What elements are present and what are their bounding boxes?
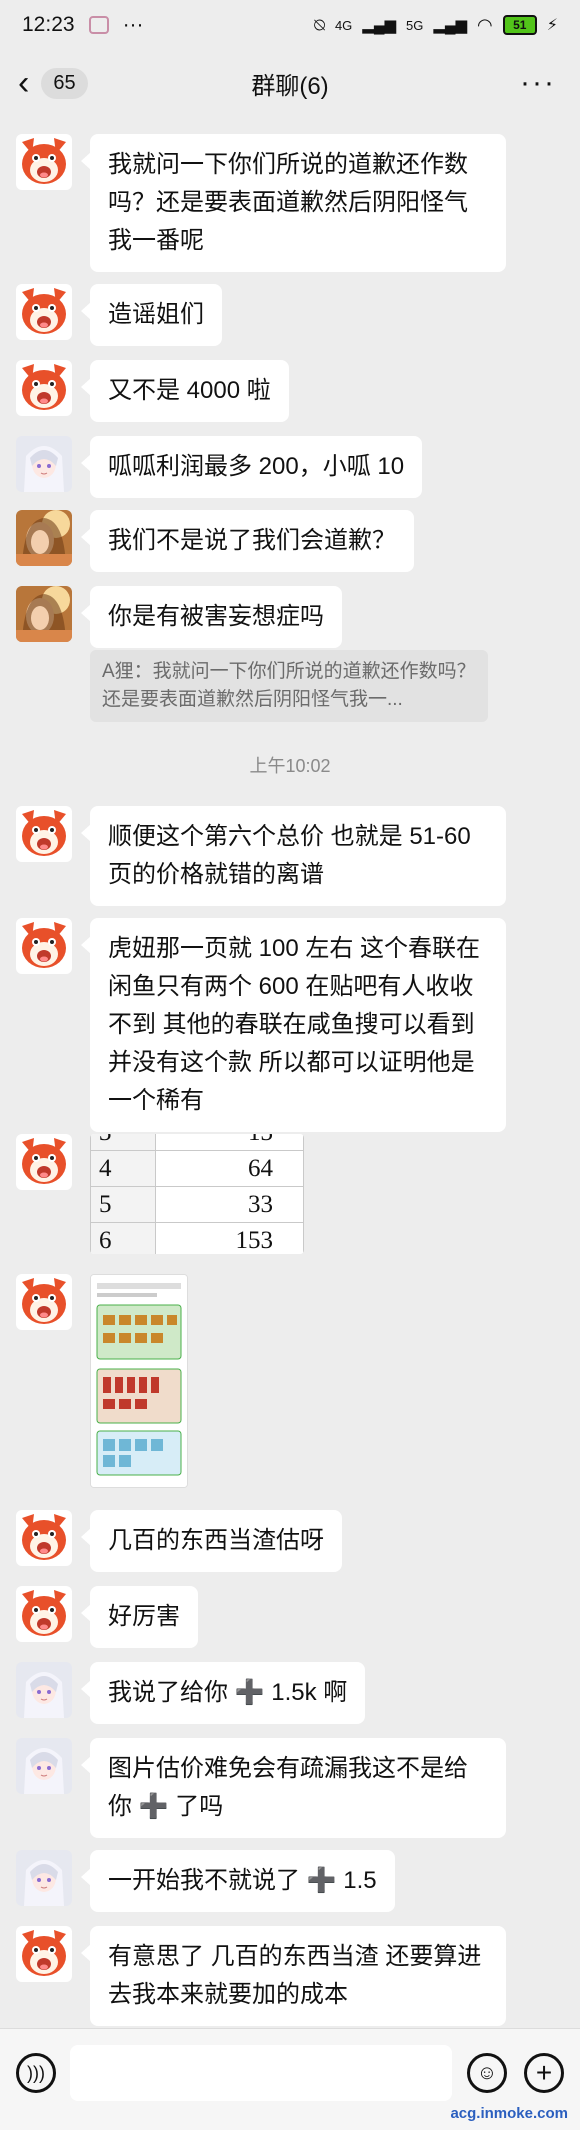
chat-area[interactable]: 我就问一下你们所说的道歉还作数吗？还是要表面道歉然后阴阳怪气我一番呢 造谣姐们 …	[0, 116, 580, 2026]
charging-icon: ⚡	[546, 17, 558, 34]
network-4g-label: 4G	[334, 17, 353, 33]
emoji-button[interactable]: ☺	[467, 2053, 507, 2093]
message-bubble[interactable]: 顺便这个第六个总价 也就是 51-60页的价格就错的离谱	[90, 806, 506, 906]
more-functions-button[interactable]: +	[524, 2053, 564, 2093]
chevron-left-icon: ‹	[18, 64, 30, 102]
anime-avatar[interactable]	[16, 436, 72, 492]
photo-avatar[interactable]	[16, 586, 72, 642]
message-row: 好厉害	[16, 1586, 198, 1648]
message-bubble[interactable]: 又不是 4000 啦	[90, 360, 289, 422]
screenshot-image[interactable]	[90, 1274, 188, 1488]
anime-avatar[interactable]	[16, 1662, 72, 1718]
fox-avatar[interactable]	[16, 1274, 72, 1330]
wifi-icon: ◠	[477, 14, 493, 35]
table-row: 313	[90, 1134, 304, 1151]
notification-app-icon	[88, 16, 109, 34]
row-number: 6	[90, 1222, 156, 1254]
message-bubble[interactable]: 几百的东西当渣估呀	[90, 1510, 342, 1572]
message-bubble[interactable]: 我就问一下你们所说的道歉还作数吗？还是要表面道歉然后阴阳怪气我一番呢	[90, 134, 506, 272]
anime-avatar[interactable]	[16, 1850, 72, 1906]
table-image[interactable]: 3134645336153	[90, 1134, 304, 1254]
status-time: 12:23	[22, 13, 75, 36]
message-bubble[interactable]: 一开始我不就说了 ➕ 1.5	[90, 1850, 395, 1912]
more-options-button[interactable]: ···	[520, 68, 556, 98]
message-bubble[interactable]: 我说了给你 ➕ 1.5k 啊	[90, 1662, 366, 1724]
message-row: 一开始我不就说了 ➕ 1.5	[16, 1850, 395, 1912]
emoji-icon: ☺	[476, 2062, 498, 2084]
message-row: 造谣姐们	[16, 284, 222, 346]
back-button[interactable]: ‹ 65	[18, 66, 88, 100]
watermark: acg.inmoke.com	[450, 2105, 568, 2122]
row-value: 153	[155, 1222, 304, 1254]
row-number: 3	[90, 1134, 156, 1151]
table-row: 4 64	[90, 1150, 304, 1187]
message-row	[16, 1274, 188, 1488]
status-bar: 12:23 ··· ⍉ 4G ▂▄▆ 5G ▂▄▆ ◠ 51 ⚡	[0, 0, 580, 50]
fox-avatar[interactable]	[16, 1586, 72, 1642]
fox-avatar[interactable]	[16, 1926, 72, 1982]
message-row: 你是有被害妄想症吗	[16, 586, 342, 648]
fox-avatar[interactable]	[16, 1510, 72, 1566]
message-bubble[interactable]: 有意思了 几百的东西当渣 还要算进去我本来就要加的成本	[90, 1926, 506, 2026]
message-bubble[interactable]: 你是有被害妄想症吗	[90, 586, 342, 648]
message-row: 我们不是说了我们会道歉？	[16, 510, 414, 572]
row-value: 13	[155, 1134, 304, 1151]
message-row: 我说了给你 ➕ 1.5k 啊	[16, 1662, 366, 1724]
fox-avatar[interactable]	[16, 806, 72, 862]
table-row: 5 33	[90, 1186, 304, 1223]
message-row: 3134645336153	[16, 1134, 304, 1254]
status-more-dots: ···	[122, 13, 144, 36]
message-bubble[interactable]: 好厉害	[90, 1586, 198, 1648]
voice-input-button[interactable]: )))	[16, 2053, 56, 2093]
row-value: 64	[155, 1150, 304, 1187]
anime-avatar[interactable]	[16, 1738, 72, 1794]
row-number: 4	[90, 1150, 156, 1187]
message-row: 顺便这个第六个总价 也就是 51-60页的价格就错的离谱	[16, 806, 506, 906]
table-row: 6 153	[90, 1222, 304, 1254]
voice-icon: )))	[27, 2063, 45, 2083]
message-row: 我就问一下你们所说的道歉还作数吗？还是要表面道歉然后阴阳怪气我一番呢	[16, 134, 506, 272]
message-input[interactable]	[70, 2045, 452, 2101]
photo-avatar[interactable]	[16, 510, 72, 566]
network-5g-label: 5G	[406, 17, 424, 33]
signal-icon-2: ▂▄▆	[433, 17, 468, 34]
signal-icon: ▂▄▆	[362, 17, 396, 34]
message-bubble[interactable]: 图片估价难免会有疏漏我这不是给你 ➕ 了吗	[90, 1738, 506, 1838]
message-row: 有意思了 几百的东西当渣 还要算进去我本来就要加的成本	[16, 1926, 506, 2026]
battery-icon: 51	[502, 15, 537, 35]
fox-avatar[interactable]	[16, 360, 72, 416]
vibrate-icon: ⍉	[314, 14, 325, 35]
unread-count-badge: 65	[41, 67, 88, 99]
message-row: 虎妞那一页就 100 左右 这个春联在闲鱼只有两个 600 在贴吧有人收收不到 …	[16, 918, 506, 1132]
message-row: 又不是 4000 啦	[16, 360, 289, 422]
fox-avatar[interactable]	[16, 918, 72, 974]
row-value: 33	[155, 1186, 304, 1223]
message-bubble[interactable]: 呱呱利润最多 200，小呱 10	[90, 436, 423, 498]
fox-avatar[interactable]	[16, 284, 72, 340]
message-row: 图片估价难免会有疏漏我这不是给你 ➕ 了吗	[16, 1738, 506, 1838]
fox-avatar[interactable]	[16, 134, 72, 190]
message-bubble[interactable]: 我们不是说了我们会道歉？	[90, 510, 414, 572]
chat-header: ‹ 65 群聊(6) ···	[0, 50, 580, 116]
quoted-message[interactable]: A狸：我就问一下你们所说的道歉还作数吗？还是要表面道歉然后阴阳怪气我一...	[90, 650, 488, 722]
message-row: 呱呱利润最多 200，小呱 10	[16, 436, 423, 498]
input-bar: ))) ☺ + acg.inmoke.com	[0, 2028, 580, 2130]
message-bubble[interactable]: 虎妞那一页就 100 左右 这个春联在闲鱼只有两个 600 在贴吧有人收收不到 …	[90, 918, 506, 1132]
message-bubble[interactable]: 造谣姐们	[90, 284, 222, 346]
plus-icon: +	[535, 2057, 553, 2088]
message-row: 几百的东西当渣估呀	[16, 1510, 342, 1572]
fox-avatar[interactable]	[16, 1134, 72, 1190]
row-number: 5	[90, 1186, 156, 1223]
timestamp: 上午10:02	[249, 756, 331, 776]
